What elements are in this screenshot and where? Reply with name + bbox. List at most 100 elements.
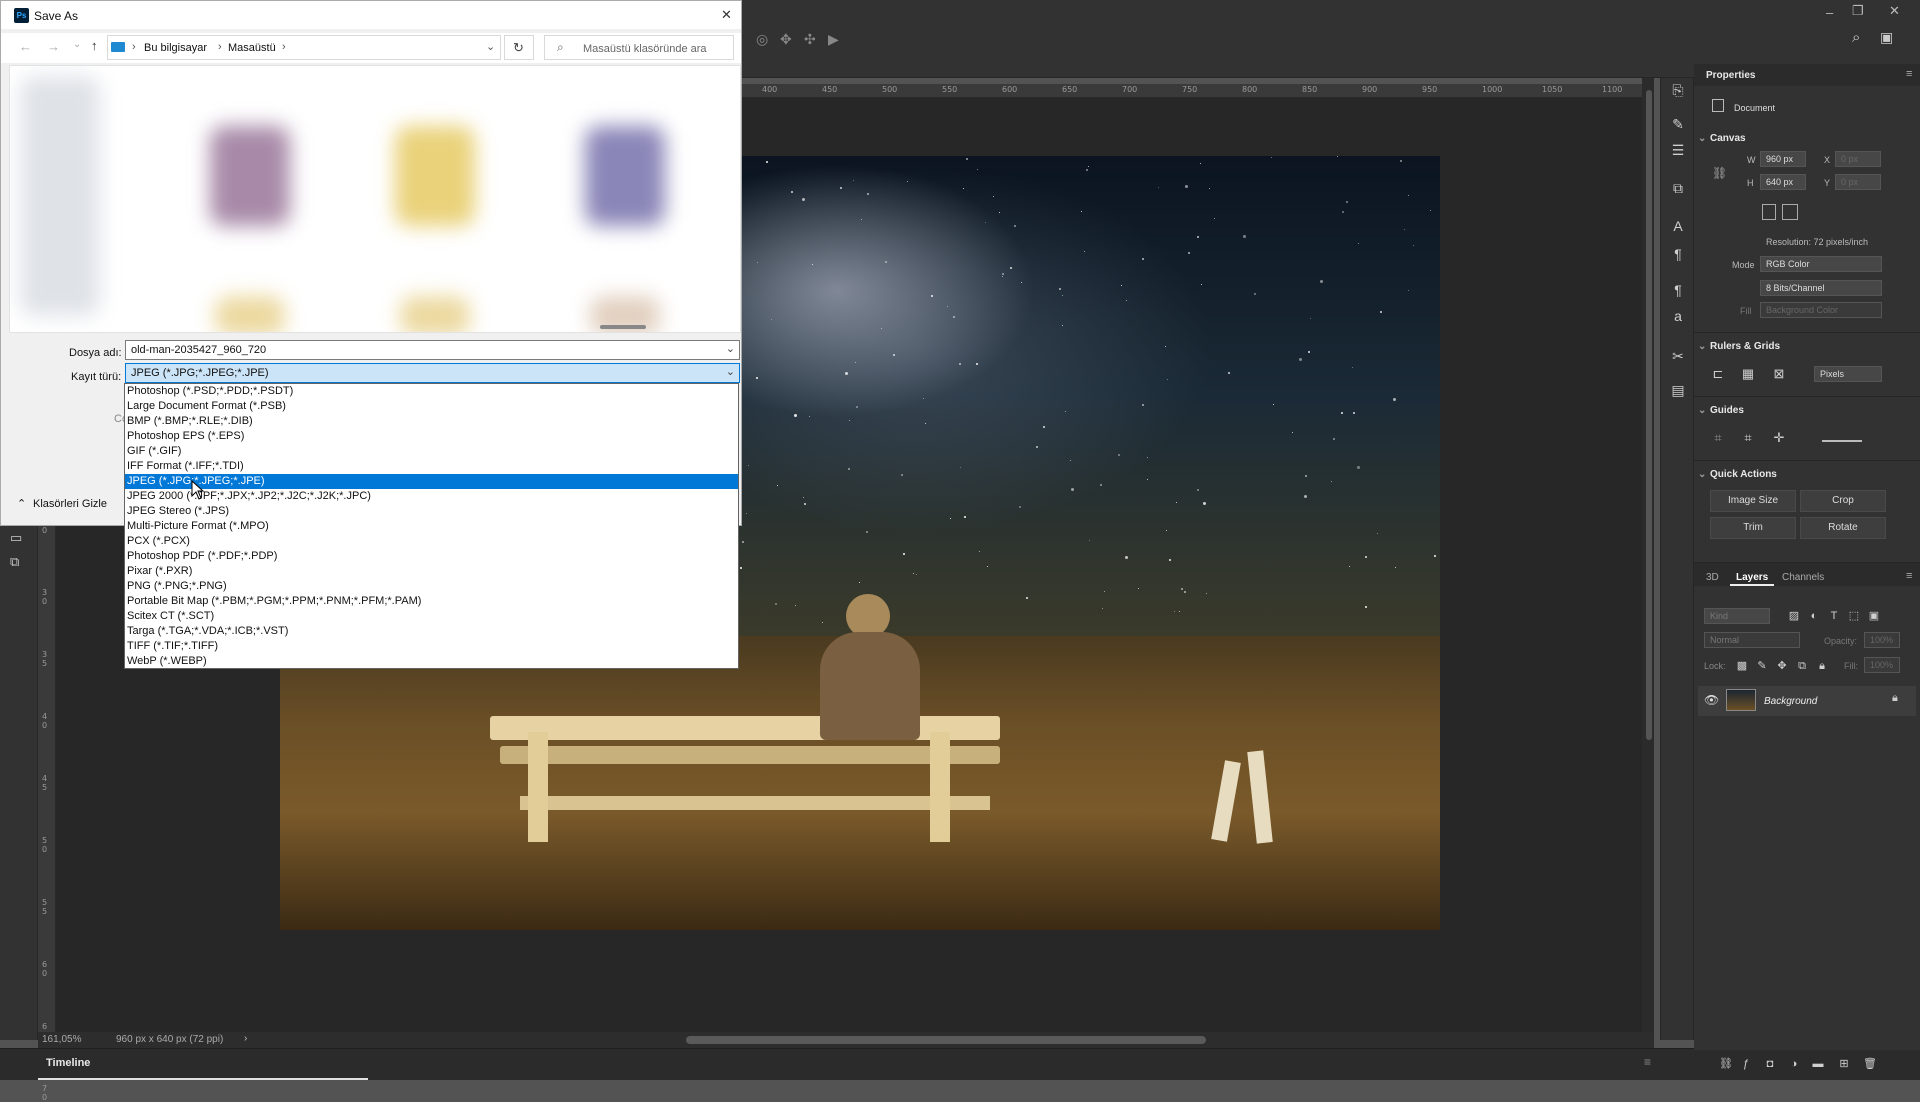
lock-icon[interactable]: 🔒︎ xyxy=(1892,692,1898,705)
chevron-down-icon[interactable]: ⌄ xyxy=(1698,405,1706,416)
filetype-option[interactable]: JPEG (*.JPG;*.JPEG;*.JPE) xyxy=(125,474,738,489)
paragraph-styles-icon[interactable]: ¶ xyxy=(1668,280,1688,300)
zoom-level[interactable]: 161,05% xyxy=(42,1034,81,1045)
guides-header[interactable]: Guides xyxy=(1710,405,1744,416)
opacity-input[interactable]: 100% xyxy=(1864,632,1900,648)
panel-menu-icon[interactable]: ≡ xyxy=(1906,570,1912,582)
filetype-option[interactable]: Photoshop PDF (*.PDF;*.PDP) xyxy=(125,549,738,564)
file-thumbnail[interactable] xyxy=(585,126,665,226)
back-arrow-icon[interactable]: ← xyxy=(19,39,32,54)
delete-layer-icon[interactable]: 🗑︎ xyxy=(1860,1054,1880,1074)
filetype-option[interactable]: BMP (*.BMP;*.RLE;*.DIB) xyxy=(125,414,738,429)
x-input[interactable]: 0 px xyxy=(1835,151,1881,167)
blend-mode-select[interactable]: Normal xyxy=(1704,632,1800,648)
rulers-grids-header[interactable]: Rulers & Grids xyxy=(1710,341,1780,352)
chevron-down-icon[interactable]: ⌄ xyxy=(726,365,735,379)
filetype-option[interactable]: JPEG Stereo (*.JPS) xyxy=(125,504,738,519)
document-info[interactable]: 960 px x 640 px (72 ppi) xyxy=(116,1034,223,1045)
history-icon[interactable]: ⎘ xyxy=(1668,80,1688,100)
filetype-option[interactable]: IFF Format (*.IFF;*.TDI) xyxy=(125,459,738,474)
layer-filter-kind[interactable]: Kind xyxy=(1704,608,1770,624)
filetype-dropdown-list[interactable]: Photoshop (*.PSD;*.PDD;*.PSDT) Large Docu… xyxy=(124,383,739,669)
filter-shape-icon[interactable]: ⬚ xyxy=(1844,606,1864,626)
filename-input[interactable]: old-man-2035427_960_720 ⌄ xyxy=(125,340,740,360)
chevron-right-icon[interactable]: › xyxy=(282,41,286,53)
restore-icon[interactable]: ❐ xyxy=(1852,3,1864,19)
address-bar[interactable]: › Bu bilgisayar › Masaüstü › ⌄ xyxy=(107,35,501,60)
panel-menu-icon[interactable]: ≡ xyxy=(1906,68,1912,80)
ruler-icon[interactable]: ⊏ xyxy=(1708,364,1728,384)
adjustment-layer-icon[interactable]: ◑ xyxy=(1784,1054,1804,1074)
filetype-option[interactable]: Large Document Format (*.PSB) xyxy=(125,399,738,414)
pixel-grid-icon[interactable]: ⊠ xyxy=(1769,364,1789,384)
filetype-option[interactable]: WebP (*.WEBP) xyxy=(125,654,738,669)
vertical-scroll-thumb[interactable] xyxy=(1646,90,1652,740)
character-icon[interactable]: A xyxy=(1668,216,1688,236)
guide-line-style[interactable] xyxy=(1822,440,1862,442)
fx-icon[interactable]: ƒ xyxy=(1736,1054,1756,1074)
video-3d-icon[interactable]: ▶ xyxy=(828,31,839,48)
group-icon[interactable]: ▬ xyxy=(1808,1054,1828,1074)
chevron-down-icon[interactable]: ⌄ xyxy=(486,40,495,53)
units-select[interactable]: Pixels xyxy=(1814,366,1882,382)
link-icon[interactable]: ⛓ xyxy=(1712,166,1727,180)
filetype-select[interactable]: JPEG (*.JPG;*.JPEG;*.JPE) ⌄ xyxy=(125,363,740,383)
eye-icon[interactable]: 👁︎ xyxy=(1704,693,1719,707)
workspace-icon[interactable]: ▣ xyxy=(1880,29,1893,46)
tab-channels[interactable]: Channels xyxy=(1782,572,1824,583)
width-input[interactable]: 960 px xyxy=(1760,151,1806,167)
canvas-header[interactable]: Canvas xyxy=(1710,133,1746,144)
breadcrumb-desktop[interactable]: Masaüstü xyxy=(228,42,276,54)
pan-3d-icon[interactable]: ✥ xyxy=(780,31,792,48)
filetype-option[interactable]: PCX (*.PCX) xyxy=(125,534,738,549)
portrait-icon[interactable] xyxy=(1762,204,1776,220)
y-input[interactable]: 0 px xyxy=(1835,174,1881,190)
height-input[interactable]: 640 px xyxy=(1760,174,1806,190)
mask-icon[interactable]: ◘ xyxy=(1760,1054,1780,1074)
tool-presets-icon[interactable]: ✂ xyxy=(1668,346,1688,366)
lock-artboard-icon[interactable]: ⧉ xyxy=(1792,656,1812,676)
filetype-option[interactable]: Scitex CT (*.SCT) xyxy=(125,609,738,624)
filter-type-icon[interactable]: T xyxy=(1824,606,1844,626)
close-icon[interactable]: ✕ xyxy=(721,7,732,23)
file-thumbnail[interactable] xyxy=(210,126,290,226)
filetype-option[interactable]: Targa (*.TGA;*.VDA;*.ICB;*.VST) xyxy=(125,624,738,639)
new-layer-icon[interactable]: ⊞ xyxy=(1834,1054,1854,1074)
glyphs-icon[interactable]: a xyxy=(1668,306,1688,326)
tab-layers[interactable]: Layers xyxy=(1736,572,1768,583)
grid-icon[interactable]: ▦ xyxy=(1738,364,1758,384)
layer-name[interactable]: Background xyxy=(1764,696,1817,707)
chevron-down-icon[interactable]: ⌄ xyxy=(1698,133,1706,144)
link-layers-icon[interactable]: ⛓ xyxy=(1716,1054,1736,1074)
filetype-option[interactable]: GIF (*.GIF) xyxy=(125,444,738,459)
breadcrumb-this-pc[interactable]: Bu bilgisayar xyxy=(144,42,207,54)
orbit-3d-icon[interactable]: ◎ xyxy=(756,31,768,48)
trim-button[interactable]: Trim xyxy=(1710,517,1796,539)
filter-pixel-icon[interactable]: ▨ xyxy=(1784,606,1804,626)
layer-row[interactable]: 👁︎ Background 🔒︎ xyxy=(1698,686,1916,716)
search-icon[interactable]: ⌕ xyxy=(1852,29,1860,46)
adjustments-icon[interactable]: ☰ xyxy=(1668,140,1688,160)
chevron-up-icon[interactable]: ⌃ xyxy=(17,497,26,510)
clone-source-icon[interactable]: ⧉ xyxy=(1668,178,1688,198)
panel-menu-icon[interactable]: ≡ xyxy=(1644,1055,1651,1069)
file-thumbnail[interactable] xyxy=(395,126,475,226)
file-thumbnail[interactable] xyxy=(400,296,470,332)
filetype-option[interactable]: JPEG 2000 (*.JPF;*.JPX;*.JP2;*.J2C;*.J2K… xyxy=(125,489,738,504)
tab-3d[interactable]: 3D xyxy=(1706,572,1719,583)
filter-adjustment-icon[interactable]: ◐ xyxy=(1804,606,1824,626)
lock-image-icon[interactable]: ✎ xyxy=(1752,656,1772,676)
file-thumbnail[interactable] xyxy=(215,296,285,332)
landscape-icon[interactable] xyxy=(1782,204,1798,220)
frame-tool-icon[interactable]: ▭ xyxy=(10,530,22,546)
mode-select[interactable]: RGB Color xyxy=(1760,256,1882,272)
filetype-option[interactable]: Photoshop EPS (*.EPS) xyxy=(125,429,738,444)
forward-arrow-icon[interactable]: → xyxy=(47,39,60,54)
fill-input[interactable]: 100% xyxy=(1864,657,1900,673)
filetype-option[interactable]: Multi-Picture Format (*.MPO) xyxy=(125,519,738,534)
lock-all-icon[interactable]: 🔒︎ xyxy=(1812,656,1832,676)
minimize-icon[interactable]: – xyxy=(1826,5,1833,20)
bit-depth-select[interactable]: 8 Bits/Channel xyxy=(1760,280,1882,296)
horizontal-scroll-thumb[interactable] xyxy=(686,1036,1206,1044)
chevron-down-icon[interactable]: ⌄ xyxy=(1698,469,1706,480)
